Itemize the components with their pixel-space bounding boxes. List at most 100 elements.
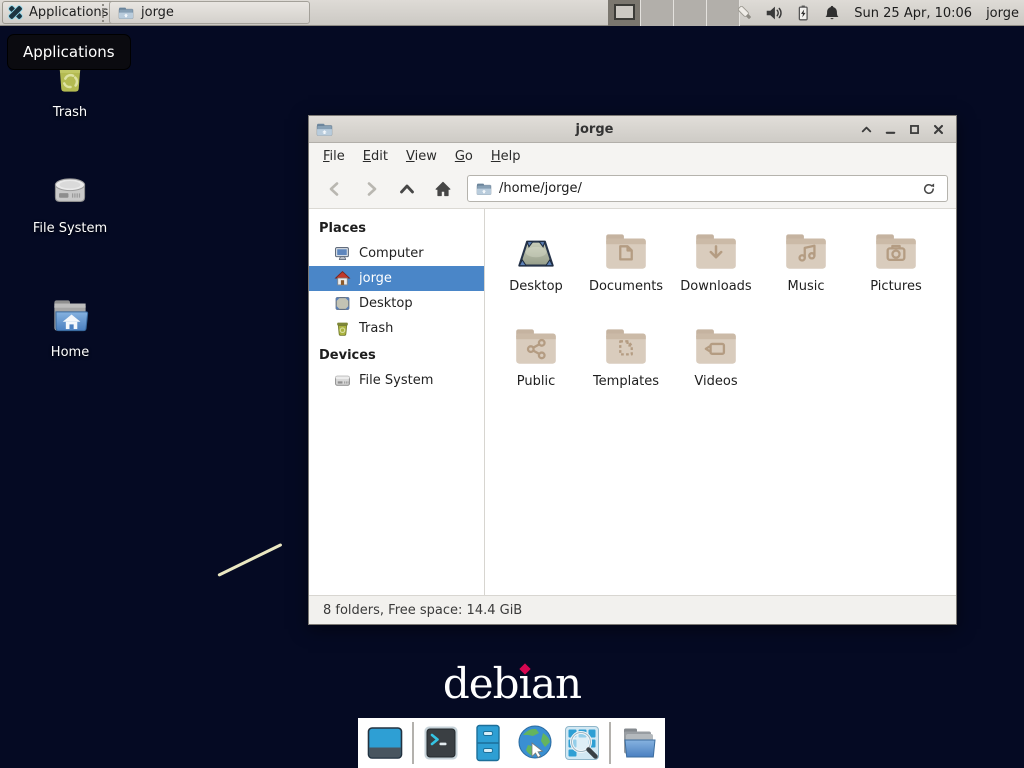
folder-icon [691,226,741,276]
file-item-label: Desktop [509,279,563,294]
file-item-music[interactable]: Music [761,222,851,317]
battery-charging-icon[interactable] [793,3,813,23]
sidebar: Places Computer jorge Desktop Trash DevicesFi… [309,209,485,595]
debian-logo: debıan [0,659,1024,708]
dock-show-desktop-button[interactable] [365,723,405,763]
system-tray [735,3,842,23]
sidebar-item-file-system[interactable]: File System [309,368,484,393]
taskbar-window-button[interactable]: jorge [109,1,310,24]
sidebar-header-places: Places [309,214,484,241]
dock-separator [609,722,611,764]
computer-icon [334,245,351,262]
desktop-icon-label: Trash [53,105,87,120]
desktop-icon-home[interactable]: Home [15,290,125,360]
web-browser-icon [515,723,555,763]
menu-edit[interactable]: Edit [354,145,397,168]
notifications-icon[interactable] [822,3,842,23]
dock-file-manager-button[interactable] [618,723,658,763]
workspace-3[interactable] [674,0,707,26]
path-bar[interactable]: /home/jorge/ [467,175,948,202]
drive-icon [334,372,351,389]
dock-app-finder-button[interactable] [562,723,602,763]
show-desktop-icon [365,723,405,763]
file-item-documents[interactable]: Documents [581,222,671,317]
taskbar-window-label: jorge [141,5,174,20]
file-item-downloads[interactable]: Downloads [671,222,761,317]
sidebar-item-computer[interactable]: Computer [309,241,484,266]
minimize-button[interactable] [880,119,901,140]
file-cabinet-icon [468,723,508,763]
dock-web-browser-button[interactable] [515,723,555,763]
dock-file-cabinet-button[interactable] [468,723,508,763]
window-content: Places Computer jorge Desktop Trash DevicesFi… [309,209,956,595]
sidebar-item-trash[interactable]: Trash [309,316,484,341]
document-emblem-icon [601,226,651,276]
folder-icon [781,226,831,276]
sidebar-header-devices: Devices [309,341,484,368]
workspace-2[interactable] [641,0,674,26]
workspace-switcher [608,0,740,26]
debian-logo-pre: deb [443,659,519,708]
sidebar-item-label: Trash [359,321,393,336]
volume-icon[interactable] [764,3,784,23]
app-finder-icon [562,723,602,763]
toolbar: /home/jorge/ [309,169,956,209]
share-emblem-icon [511,321,561,371]
debian-logo-i: ı [519,659,531,708]
path-folder-icon [476,181,492,197]
folder-icon [871,226,921,276]
dock-separator [412,722,414,764]
reload-button[interactable] [919,179,939,199]
file-item-public[interactable]: Public [491,317,581,412]
close-button[interactable] [928,119,949,140]
panel-clock[interactable]: Sun 25 Apr, 10:06 [854,6,972,21]
forward-button[interactable] [353,174,389,204]
xfce-applications-icon [7,4,24,21]
file-item-videos[interactable]: Videos [671,317,761,412]
sidebar-item-label: Desktop [359,296,413,311]
file-item-desktop[interactable]: Desktop [491,222,581,317]
desktop-icon-file-system[interactable]: File System [15,166,125,236]
download-emblem-icon [691,226,741,276]
panel-user-menu[interactable]: jorge [986,6,1019,21]
file-item-pictures[interactable]: Pictures [851,222,941,317]
menu-file[interactable]: File [314,145,354,168]
file-item-label: Downloads [680,279,751,294]
dock-terminal-button[interactable] [421,723,461,763]
path-input[interactable]: /home/jorge/ [499,181,912,196]
maximize-button[interactable] [904,119,925,140]
status-text: 8 folders, Free space: 14.4 GiB [323,603,522,618]
workspace-window-preview [614,4,635,20]
home-button[interactable] [425,174,461,204]
desktop-icon-label: File System [33,221,107,236]
window-titlebar[interactable]: jorge [309,116,956,143]
back-button[interactable] [317,174,353,204]
file-item-label: Pictures [870,279,921,294]
sidebar-item-desktop[interactable]: Desktop [309,291,484,316]
file-item-templates[interactable]: Templates [581,317,671,412]
desktop-icon-label: Home [51,345,89,360]
template-emblem-icon [601,321,651,371]
sidebar-item-jorge[interactable]: jorge [309,266,484,291]
menu-view[interactable]: View [397,145,446,168]
tasklist-handle[interactable] [102,4,106,22]
shade-button[interactable] [856,119,877,140]
file-item-label: Videos [694,374,737,389]
status-bar: 8 folders, Free space: 14.4 GiB [309,595,956,624]
applications-menu-button[interactable]: Applications [2,1,117,24]
folder-icon [601,226,651,276]
workspace-1[interactable] [608,0,641,26]
camera-emblem-icon [871,226,921,276]
panel-right-area: Sun 25 Apr, 10:06 jorge [735,0,1019,26]
sidebar-item-label: Computer [359,246,424,261]
reload-icon [921,181,937,197]
window-title: jorge [339,122,850,137]
stylus-icon[interactable] [735,3,755,23]
menu-help[interactable]: Help [482,145,530,168]
music-emblem-icon [781,226,831,276]
up-button[interactable] [389,174,425,204]
file-manager-icon [618,723,658,763]
window-folder-icon [316,121,333,138]
file-manager-window: jorge FileEditViewGoHelp /home/jorge/ Pl… [308,115,957,625]
menu-go[interactable]: Go [446,145,482,168]
